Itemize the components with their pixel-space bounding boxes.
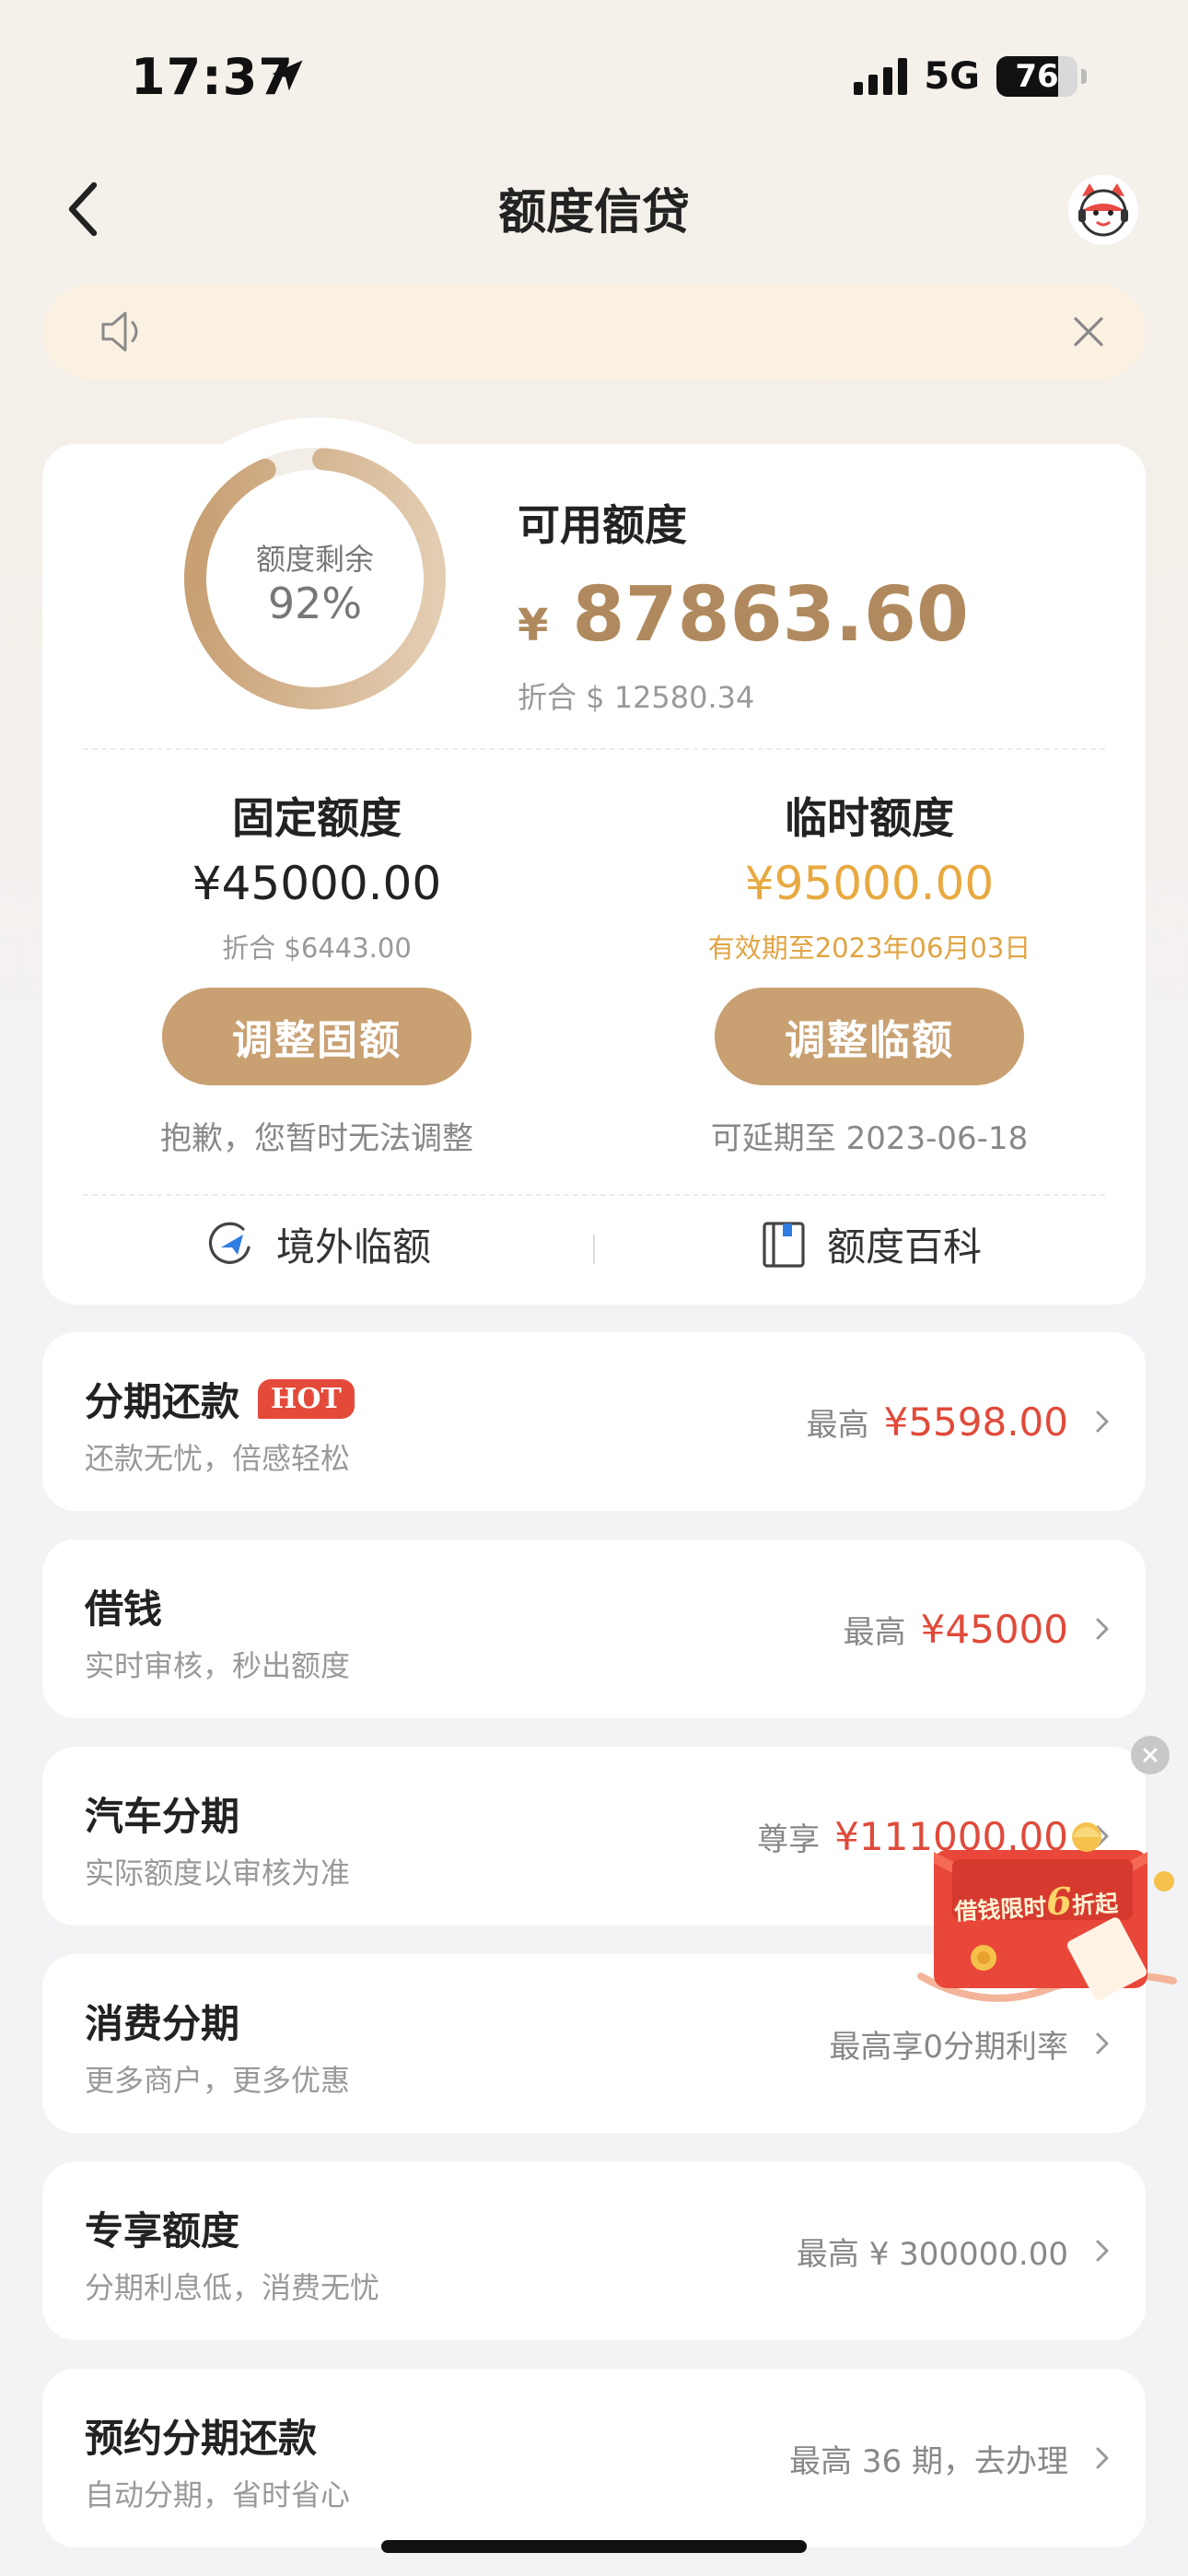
currency-symbol: ¥ — [518, 600, 549, 651]
location-arrow-icon — [272, 60, 303, 91]
available-credit-amount: ¥ 87863.60 — [518, 571, 969, 659]
divider — [83, 1194, 1105, 1196]
page-title: 额度信贷 — [497, 185, 690, 240]
item-subtitle: 实际额度以审核为准 — [85, 1856, 351, 1891]
hot-badge: HOT — [258, 1379, 355, 1419]
item-right-label: 最高 — [843, 1613, 906, 1651]
chevron-right-icon — [1096, 2240, 1109, 2262]
item-title: 借钱 — [85, 1587, 163, 1632]
item-right-label: 尊享 — [757, 1821, 821, 1858]
item-right-value: ¥45000 — [920, 1606, 1068, 1652]
temp-credit-expiry: 有效期至2023年06月03日 — [707, 932, 1031, 964]
chevron-right-icon — [1096, 2447, 1109, 2469]
item-title: 预约分期还款 — [85, 2416, 318, 2461]
item-right-label: 最高 ¥ 300000.00 — [796, 2235, 1068, 2273]
chevron-right-icon — [1096, 1411, 1109, 1433]
fixed-credit-usd: 折合 $6443.00 — [222, 932, 412, 964]
close-icon — [1143, 1748, 1158, 1762]
available-credit-title: 可用额度 — [518, 500, 687, 550]
book-icon — [763, 1221, 805, 1268]
overseas-credit-label: 境外临额 — [276, 1224, 432, 1270]
notice-bar[interactable] — [42, 284, 1146, 380]
plane-globe-icon — [208, 1222, 250, 1264]
chevron-right-icon — [1096, 2032, 1109, 2055]
overseas-credit-link[interactable]: 境外临额 — [206, 1216, 431, 1272]
list-item-scheduled-installment[interactable]: 预约分期还款 自动分期，省时省心 最高 36 期，去办理 — [42, 2369, 1146, 2547]
cellular-signal-icon — [854, 58, 908, 95]
link-divider — [593, 1235, 595, 1264]
item-right-value: ¥5598.00 — [883, 1399, 1068, 1445]
ring-percent: 92% — [267, 579, 363, 628]
item-subtitle: 自动分期，省时省心 — [85, 2477, 351, 2512]
adjust-fixed-button[interactable]: 调整固额 — [162, 988, 472, 1085]
network-type: 5G — [924, 55, 980, 98]
mascot-icon — [1078, 183, 1128, 237]
item-subtitle: 更多商户，更多优惠 — [85, 2063, 351, 2098]
item-title: 专享额度 — [85, 2208, 240, 2254]
item-right-label: 最高享0分期利率 — [829, 2028, 1068, 2066]
close-icon[interactable] — [1068, 311, 1109, 352]
home-indicator — [381, 2540, 807, 2553]
temp-credit-amount: ¥95000.00 — [744, 857, 995, 910]
available-credit-usd: 折合 $ 12580.34 — [518, 680, 755, 715]
adjust-temp-button[interactable]: 调整临额 — [715, 988, 1024, 1085]
item-subtitle: 分期利息低，消费无忧 — [85, 2270, 380, 2305]
available-amount-value: 87863.60 — [572, 571, 969, 659]
divider — [83, 748, 1105, 750]
fixed-credit-amount: ¥45000.00 — [192, 857, 442, 910]
item-title: 汽车分期 — [85, 1794, 240, 1839]
temp-credit-title: 临时额度 — [785, 793, 954, 843]
list-item-borrow[interactable]: 借钱 实时审核，秒出额度 最高 ¥45000 — [42, 1540, 1146, 1718]
fixed-credit-note: 抱歉，您暂时无法调整 — [160, 1120, 473, 1157]
fixed-credit-title: 固定额度 — [232, 793, 402, 843]
credit-wiki-label: 额度百科 — [827, 1224, 983, 1270]
promo-close-button[interactable] — [1131, 1736, 1170, 1774]
item-right-label: 最高 36 期，去办理 — [789, 2442, 1068, 2480]
credit-wiki-link[interactable]: 额度百科 — [761, 1216, 982, 1272]
battery-icon: 76 — [996, 56, 1077, 97]
list-item-exclusive-credit[interactable]: 专享额度 分期利息低，消费无忧 最高 ¥ 300000.00 — [42, 2161, 1146, 2340]
status-indicators: 5G 76 — [854, 55, 1087, 98]
speaker-icon — [101, 311, 138, 352]
battery-level: 76 — [1015, 58, 1059, 95]
item-title: 分期还款 — [85, 1379, 240, 1424]
temp-credit-note: 可延期至 2023-06-18 — [710, 1120, 1029, 1157]
item-subtitle: 实时审核，秒出额度 — [85, 1648, 351, 1683]
promo-text: 借钱限时6折起 — [953, 1879, 1119, 1926]
customer-service-avatar[interactable] — [1068, 175, 1138, 245]
item-title: 消费分期 — [85, 2001, 240, 2046]
list-item-installment-repay[interactable]: 分期还款 HOT 还款无忧，倍感轻松 最高 ¥5598.00 — [42, 1332, 1146, 1511]
chevron-right-icon — [1096, 1618, 1109, 1640]
item-subtitle: 还款无忧，倍感轻松 — [85, 1441, 351, 1476]
ring-label: 额度剩余 — [255, 542, 374, 577]
item-right-label: 最高 — [806, 1406, 869, 1444]
